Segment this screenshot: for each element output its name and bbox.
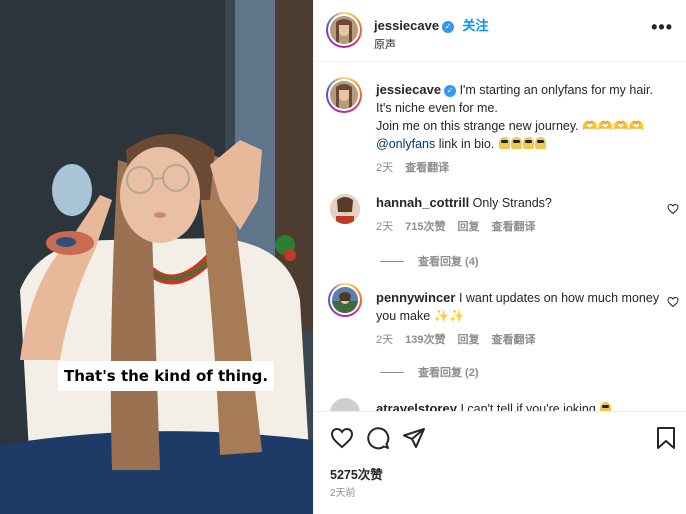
video-image — [0, 0, 313, 514]
comment-icon[interactable] — [366, 426, 390, 450]
author-username[interactable]: jessiecave — [374, 18, 439, 33]
post-time: 2天前 — [330, 488, 356, 499]
comment-text: I can't tell if you're joking — [460, 402, 596, 411]
action-bar: 5275次赞 2天前 — [314, 411, 686, 514]
author-avatar[interactable] — [326, 12, 362, 48]
comment-time: 2天 — [376, 334, 394, 346]
comment-item: atravelstorey I can't tell if you're jok… — [376, 400, 666, 411]
caption-username[interactable]: jessiecave — [376, 82, 441, 97]
caption-line-2: It's niche even for me. — [376, 101, 498, 115]
like-icon[interactable] — [330, 426, 354, 450]
follow-button[interactable]: 关注 — [463, 18, 489, 33]
caption-line-1: I'm starting an onlyfans for my hair. — [459, 83, 654, 97]
post-header: jessiecave ✓ 关注 原声 ••• — [314, 0, 686, 62]
video-caption: That's the kind of thing. — [58, 361, 275, 391]
reply-button[interactable]: 回复 — [457, 221, 479, 233]
emoji-icon — [522, 137, 534, 149]
emoji-icon — [498, 137, 510, 149]
translate-link[interactable]: 查看翻译 — [491, 221, 535, 233]
view-replies-button[interactable]: 查看回复 (2) — [380, 364, 479, 380]
emoji-icon — [510, 137, 522, 149]
video-frame[interactable]: That's the kind of thing. — [0, 0, 313, 514]
mention-link[interactable]: @onlyfans — [376, 137, 435, 151]
caption-translate-link[interactable]: 查看翻译 — [405, 162, 449, 174]
comment-text: Only Strands? — [472, 196, 552, 210]
post-caption: jessiecave ✓ I'm starting an onlyfans for… — [376, 81, 676, 177]
like-comment-icon[interactable] — [667, 203, 679, 215]
post-panel: jessiecave ✓ 关注 原声 ••• jessiecave ✓ I'm st… — [313, 0, 686, 514]
like-comment-icon[interactable] — [667, 296, 679, 308]
commenter-avatar[interactable] — [328, 283, 362, 317]
comment-username[interactable]: hannah_cottrill — [376, 195, 469, 210]
comment-likes[interactable]: 139次赞 — [405, 334, 445, 346]
translate-link[interactable]: 查看翻译 — [491, 334, 535, 346]
caption-line-3: Join me on this strange new journey. 🫶🫶🫶… — [376, 119, 645, 133]
comment-username[interactable]: pennywincer — [376, 290, 455, 305]
view-replies-label: 查看回复 (2) — [418, 367, 479, 379]
view-replies-label: 查看回复 (4) — [418, 256, 479, 268]
emoji-icon — [600, 402, 612, 411]
emoji-icon — [534, 137, 546, 149]
comments-section[interactable]: jessiecave ✓ I'm starting an onlyfans for… — [314, 63, 686, 411]
caption-line-4: link in bio. — [435, 137, 495, 151]
caption-time: 2天 — [376, 162, 394, 174]
verified-badge-icon: ✓ — [442, 21, 455, 33]
commenter-avatar[interactable] — [330, 398, 360, 411]
commenter-avatar[interactable] — [330, 194, 360, 224]
comment-item: pennywincer I want updates on how much m… — [376, 289, 666, 349]
more-options-icon[interactable]: ••• — [651, 18, 673, 36]
comment-time: 2天 — [376, 221, 394, 233]
comment-username[interactable]: atravelstorey — [376, 401, 457, 411]
comment-likes[interactable]: 715次赞 — [405, 221, 445, 233]
audio-label[interactable]: 原声 — [374, 36, 396, 52]
comment-item: hannah_cottrill Only Strands? 2天 715次赞 回复查… — [376, 194, 666, 236]
comment-emoji: ✨✨ — [433, 309, 465, 323]
reply-button[interactable]: 回复 — [457, 334, 479, 346]
share-icon[interactable] — [402, 426, 426, 450]
save-icon[interactable] — [655, 426, 677, 450]
caption-avatar[interactable] — [326, 77, 362, 113]
verified-badge-icon: ✓ — [444, 85, 457, 97]
view-replies-button[interactable]: 查看回复 (4) — [380, 253, 479, 269]
likes-count[interactable]: 5275次赞 — [330, 464, 383, 483]
